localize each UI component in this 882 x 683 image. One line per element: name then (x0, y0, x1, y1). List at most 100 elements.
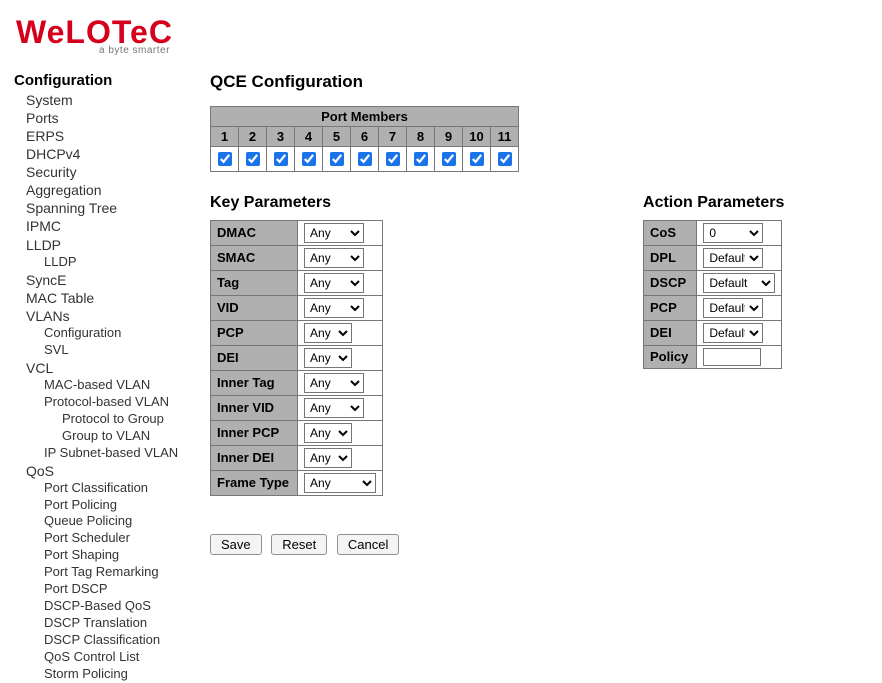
action-param-label-dei: DEI (644, 320, 697, 345)
nav-item-port-dscp[interactable]: Port DSCP (14, 581, 192, 598)
port-checkbox-1[interactable] (218, 152, 232, 166)
port-checkbox-2[interactable] (246, 152, 260, 166)
nav-item-ip-subnet-based-vlan[interactable]: IP Subnet-based VLAN (14, 445, 192, 462)
port-checkbox-4[interactable] (302, 152, 316, 166)
key-parameters-heading: Key Parameters (210, 194, 383, 212)
key-param-select-tag[interactable]: Any (304, 273, 364, 293)
nav-item-ports[interactable]: Ports (14, 109, 192, 127)
nav-item-group-to-vlan[interactable]: Group to VLAN (14, 428, 192, 445)
action-param-label-dscp: DSCP (644, 270, 697, 295)
nav-item-port-shaping[interactable]: Port Shaping (14, 547, 192, 564)
action-param-label-pcp: PCP (644, 295, 697, 320)
brand-logo: WeLOTeC a byte smarter (16, 18, 173, 55)
nav-item-port-policing[interactable]: Port Policing (14, 497, 192, 514)
key-param-select-smac[interactable]: Any (304, 248, 364, 268)
port-checkbox-11[interactable] (498, 152, 512, 166)
action-parameters-heading: Action Parameters (643, 194, 784, 212)
nav-item-port-scheduler[interactable]: Port Scheduler (14, 530, 192, 547)
key-param-select-dei[interactable]: Any (304, 348, 352, 368)
nav-item-erps[interactable]: ERPS (14, 127, 192, 145)
action-param-label-cos: CoS (644, 220, 697, 245)
port-header-8: 8 (407, 126, 435, 146)
nav-item-lldp[interactable]: LLDP (14, 254, 192, 271)
nav-item-dhcpv4[interactable]: DHCPv4 (14, 145, 192, 163)
port-header-6: 6 (351, 126, 379, 146)
key-param-select-pcp[interactable]: Any (304, 323, 352, 343)
nav-item-vcl[interactable]: VCL (14, 359, 192, 377)
nav-item-storm-policing[interactable]: Storm Policing (14, 666, 192, 683)
port-header-5: 5 (323, 126, 351, 146)
action-parameters-section: Action Parameters CoS 0 DPL Default DSCP Defa… (643, 172, 784, 369)
nav-item-dscp-classification[interactable]: DSCP Classification (14, 632, 192, 649)
action-param-select-dpl[interactable]: Default (703, 248, 763, 268)
key-parameters-table: DMACAnySMACAnyTagAnyVIDAnyPCPAnyDEIAnyIn… (210, 220, 383, 496)
key-param-select-vid[interactable]: Any (304, 298, 364, 318)
save-button[interactable]: Save (210, 534, 262, 555)
key-param-label-smac: SMAC (211, 245, 298, 270)
reset-button[interactable]: Reset (271, 534, 327, 555)
key-param-select-inner-dei[interactable]: Any (304, 448, 352, 468)
key-param-select-frame-type[interactable]: Any (304, 473, 376, 493)
action-param-label-dpl: DPL (644, 245, 697, 270)
key-param-label-frame-type: Frame Type (211, 470, 298, 495)
nav-item-port-tag-remarking[interactable]: Port Tag Remarking (14, 564, 192, 581)
main-content: QCE Configuration Port Members 123456789… (200, 56, 882, 555)
nav-tree: SystemPortsERPSDHCPv4SecurityAggregation… (14, 91, 192, 683)
nav-item-ipmc[interactable]: IPMC (14, 217, 192, 235)
nav-item-lldp[interactable]: LLDP (14, 236, 192, 254)
key-param-label-vid: VID (211, 295, 298, 320)
nav-item-dscp-based-qos[interactable]: DSCP-Based QoS (14, 598, 192, 615)
key-param-select-dmac[interactable]: Any (304, 223, 364, 243)
nav-item-qos-control-list[interactable]: QoS Control List (14, 649, 192, 666)
key-param-select-inner-tag[interactable]: Any (304, 373, 364, 393)
button-row: Save Reset Cancel (210, 534, 872, 555)
action-parameters-table: CoS 0 DPL Default DSCP Default PCP Default DEI De… (643, 220, 782, 369)
port-checkbox-8[interactable] (414, 152, 428, 166)
port-members-table: Port Members 1234567891011 (210, 106, 519, 172)
port-header-3: 3 (267, 126, 295, 146)
nav-item-protocol-based-vlan[interactable]: Protocol-based VLAN (14, 394, 192, 411)
key-param-label-inner-tag: Inner Tag (211, 370, 298, 395)
nav-item-spanning-tree[interactable]: Spanning Tree (14, 199, 192, 217)
nav-item-synce[interactable]: SyncE (14, 271, 192, 289)
key-param-label-inner-pcp: Inner PCP (211, 420, 298, 445)
port-checkbox-9[interactable] (442, 152, 456, 166)
port-checkbox-6[interactable] (358, 152, 372, 166)
key-param-select-inner-pcp[interactable]: Any (304, 423, 352, 443)
key-param-label-tag: Tag (211, 270, 298, 295)
nav-item-vlans[interactable]: VLANs (14, 307, 192, 325)
nav-item-dscp-translation[interactable]: DSCP Translation (14, 615, 192, 632)
sidebar: Configuration SystemPortsERPSDHCPv4Secur… (0, 56, 200, 683)
key-param-label-inner-vid: Inner VID (211, 395, 298, 420)
key-param-label-dei: DEI (211, 345, 298, 370)
nav-item-port-classification[interactable]: Port Classification (14, 480, 192, 497)
nav-item-protocol-to-group[interactable]: Protocol to Group (14, 411, 192, 428)
key-param-select-inner-vid[interactable]: Any (304, 398, 364, 418)
nav-item-mac-based-vlan[interactable]: MAC-based VLAN (14, 377, 192, 394)
nav-item-security[interactable]: Security (14, 163, 192, 181)
nav-item-qos[interactable]: QoS (14, 462, 192, 480)
nav-item-configuration[interactable]: Configuration (14, 325, 192, 342)
port-header-7: 7 (379, 126, 407, 146)
cancel-button[interactable]: Cancel (337, 534, 399, 555)
port-checkbox-10[interactable] (470, 152, 484, 166)
port-checkbox-5[interactable] (330, 152, 344, 166)
action-param-select-dei[interactable]: Default (703, 323, 763, 343)
nav-item-svl[interactable]: SVL (14, 342, 192, 359)
nav-item-mac-table[interactable]: MAC Table (14, 289, 192, 307)
nav-item-queue-policing[interactable]: Queue Policing (14, 513, 192, 530)
port-header-1: 1 (211, 126, 239, 146)
port-members-header: Port Members (211, 106, 519, 126)
action-param-input-policy[interactable] (703, 348, 761, 366)
sidebar-title: Configuration (14, 72, 192, 89)
port-header-4: 4 (295, 126, 323, 146)
action-param-select-dscp[interactable]: Default (703, 273, 775, 293)
port-header-11: 11 (491, 126, 519, 146)
port-checkbox-3[interactable] (274, 152, 288, 166)
port-checkbox-7[interactable] (386, 152, 400, 166)
action-param-select-pcp[interactable]: Default (703, 298, 763, 318)
port-header-10: 10 (463, 126, 491, 146)
nav-item-system[interactable]: System (14, 91, 192, 109)
nav-item-aggregation[interactable]: Aggregation (14, 181, 192, 199)
action-param-select-cos[interactable]: 0 (703, 223, 763, 243)
